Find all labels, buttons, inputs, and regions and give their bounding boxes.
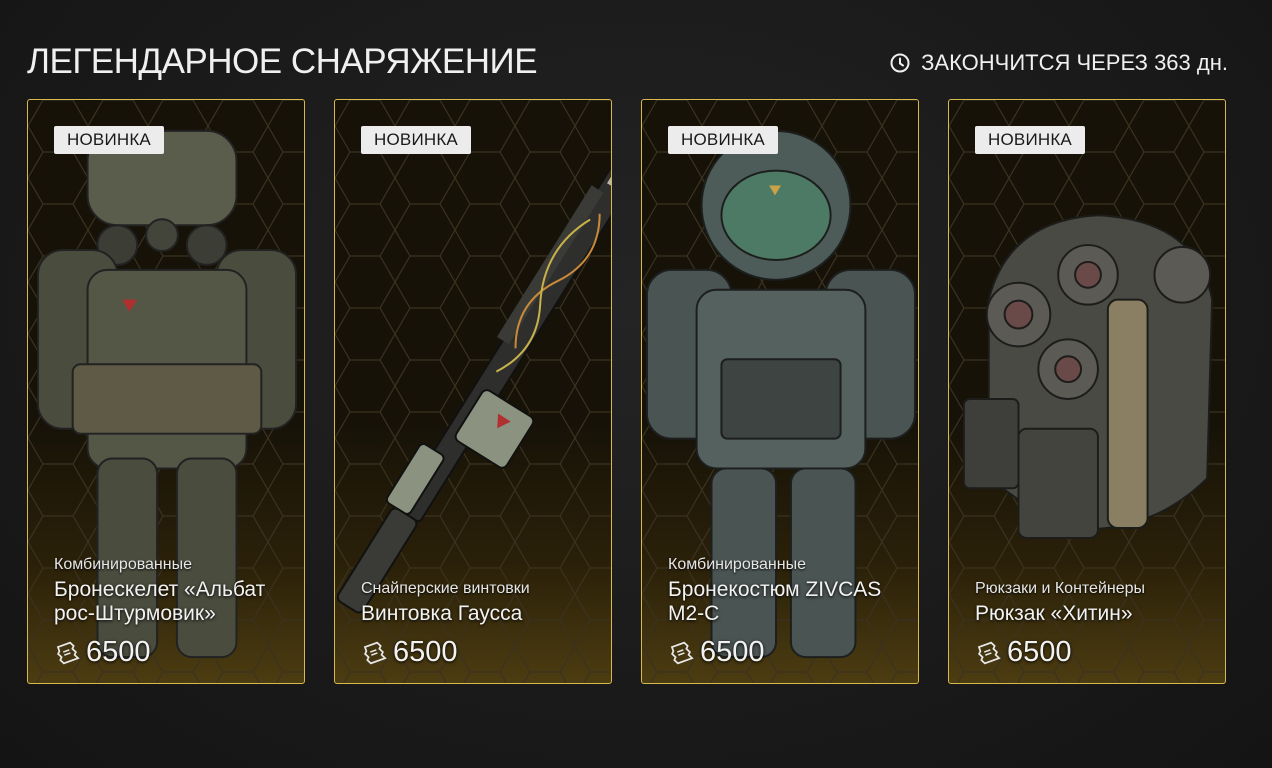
currency-ticket-icon xyxy=(54,640,80,666)
price-amount: 6500 xyxy=(700,636,765,668)
offer-timer: ЗАКОНЧИТСЯ ЧЕРЕЗ 363 дн. xyxy=(889,48,1228,78)
currency-ticket-icon xyxy=(361,640,387,666)
item-category: Комбинированные xyxy=(54,556,192,573)
item-price: 6500 xyxy=(361,636,593,669)
offer-card-hitin-backpack[interactable]: НОВИНКА Рюкзаки и Контейнеры Рюкзак «Хит… xyxy=(948,99,1226,684)
currency-ticket-icon xyxy=(668,640,694,666)
clock-icon xyxy=(889,52,911,74)
price-amount: 6500 xyxy=(393,636,458,668)
timer-text: ЗАКОНЧИТСЯ ЧЕРЕЗ 363 дн. xyxy=(921,50,1228,75)
offer-card-albatross[interactable]: НОВИНКА Комбинированные Бронескелет «Аль… xyxy=(27,99,305,684)
new-badge: НОВИНКА xyxy=(668,126,778,154)
item-category: Снайперские винтовки xyxy=(361,580,530,597)
item-name: Бронескелет «Альбат рос-Штурмовик» xyxy=(54,578,266,625)
item-name: Рюкзак «Хитин» xyxy=(975,602,1133,625)
item-name: Бронекостюм ZIVCAS M2-C xyxy=(668,578,882,625)
item-price: 6500 xyxy=(668,636,900,669)
new-badge: НОВИНКА xyxy=(54,126,164,154)
page-title: ЛЕГЕНДАРНОЕ СНАРЯЖЕНИЕ xyxy=(27,42,538,81)
item-name: Винтовка Гаусса xyxy=(361,602,523,625)
item-category: Комбинированные xyxy=(668,556,806,573)
offer-card-gauss-rifle[interactable]: НОВИНКА Снайперские винтовки Винтовка Га… xyxy=(334,99,612,684)
currency-ticket-icon xyxy=(975,640,1001,666)
new-badge: НОВИНКА xyxy=(361,126,471,154)
item-price: 6500 xyxy=(54,636,286,669)
item-price: 6500 xyxy=(975,636,1207,669)
item-category: Рюкзаки и Контейнеры xyxy=(975,580,1146,597)
new-badge: НОВИНКА xyxy=(975,126,1085,154)
offer-card-zivcas[interactable]: НОВИНКА Комбинированные Бронекостюм ZIVC… xyxy=(641,99,919,684)
price-amount: 6500 xyxy=(1007,636,1072,668)
price-amount: 6500 xyxy=(86,636,151,668)
